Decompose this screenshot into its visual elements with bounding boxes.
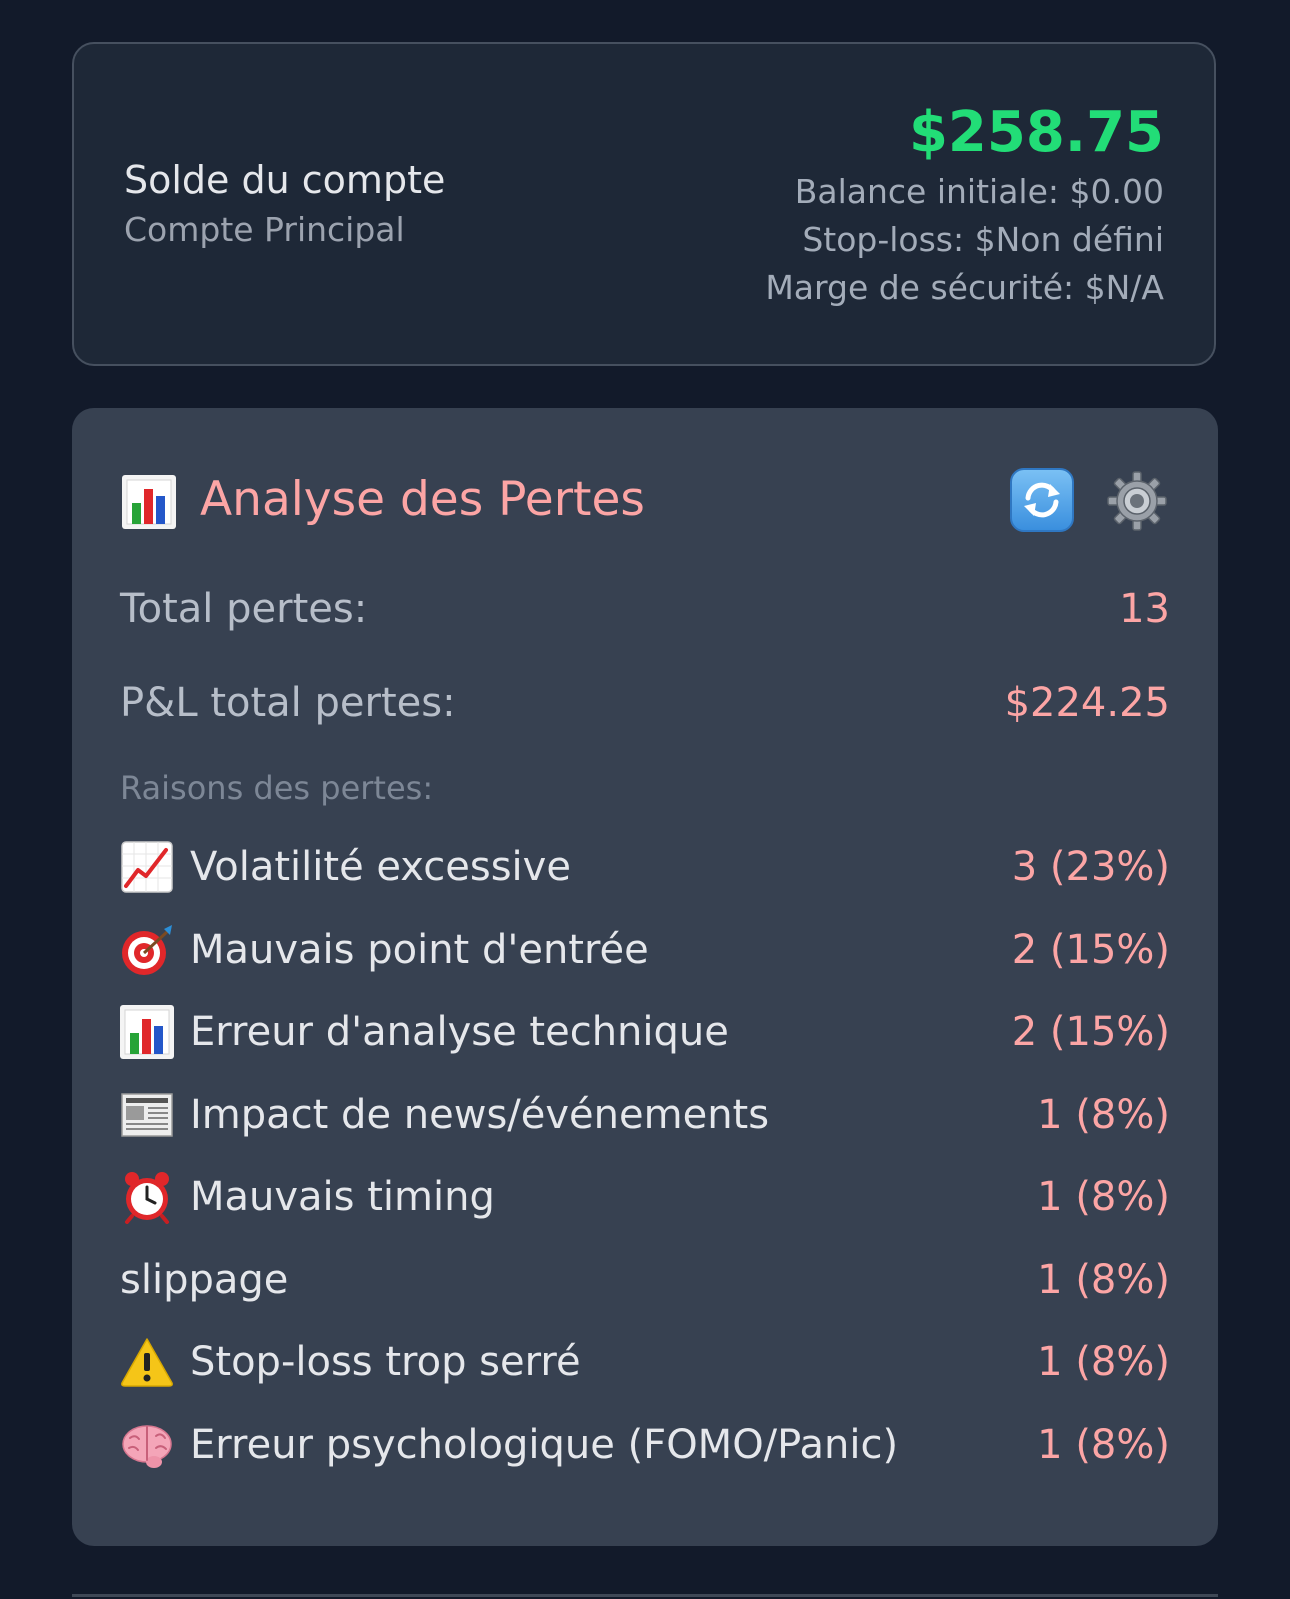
reason-count: 2 (15%) — [1011, 926, 1170, 973]
total-losses-value: 13 — [1119, 586, 1170, 632]
account-balance: $258.75 — [908, 100, 1164, 165]
loss-reasons-list: Volatilité excessive 3 (23%) Mauvais poi… — [120, 834, 1170, 1494]
list-item: Volatilité excessive 3 (23%) — [120, 834, 1170, 917]
bar-chart-icon — [122, 475, 176, 529]
newspaper-icon — [120, 1088, 174, 1142]
loss-analysis-title: Analyse des Pertes — [200, 472, 645, 527]
refresh-icon — [1024, 482, 1060, 518]
list-item: Stop-loss trop serré 1 (8%) — [120, 1329, 1170, 1412]
safety-margin: Marge de sécurité: $N/A — [765, 268, 1164, 307]
list-item: Mauvais point d'entrée 2 (15%) — [120, 917, 1170, 1000]
total-losses-row: Total pertes: 13 — [120, 584, 1170, 634]
reason-label: Erreur d'analyse technique — [190, 1009, 729, 1055]
refresh-button[interactable] — [1010, 468, 1074, 532]
loss-analysis-header: Analyse des Pertes — [122, 468, 1168, 534]
reason-count: 1 (8%) — [1037, 1256, 1170, 1303]
brain-icon — [120, 1418, 174, 1472]
list-item: Impact de news/événements 1 (8%) — [120, 1082, 1170, 1165]
reason-count: 1 (8%) — [1037, 1091, 1170, 1138]
section-divider — [72, 1594, 1218, 1597]
total-pnl-losses-row: P&L total pertes: $224.25 — [120, 678, 1170, 728]
bar-chart-icon — [120, 1005, 174, 1059]
settings-button[interactable] — [1106, 470, 1168, 532]
list-item: Mauvais timing 1 (8%) — [120, 1164, 1170, 1247]
list-item: slippage 1 (8%) — [120, 1247, 1170, 1330]
reason-count: 3 (23%) — [1011, 844, 1170, 890]
reason-count: 1 (8%) — [1037, 1421, 1170, 1468]
gear-icon — [1107, 471, 1167, 531]
total-losses-label: Total pertes: — [120, 586, 368, 632]
reason-count: 2 (15%) — [1011, 1009, 1170, 1055]
list-item: Erreur d'analyse technique 2 (15%) — [120, 999, 1170, 1082]
alarm-clock-icon — [120, 1170, 174, 1224]
account-info: Solde du compte Compte Principal — [124, 158, 445, 249]
target-icon — [120, 923, 174, 977]
account-title: Solde du compte — [124, 158, 446, 202]
initial-balance: Balance initiale: $0.00 — [794, 172, 1164, 211]
total-pnl-losses-label: P&L total pertes: — [120, 680, 456, 726]
account-balance-card: Solde du compte Compte Principal $258.75… — [72, 42, 1216, 366]
loss-reasons-heading: Raisons des pertes: — [120, 769, 434, 807]
reason-label: Erreur psychologique (FOMO/Panic) — [190, 1421, 899, 1468]
chart-increasing-icon — [120, 840, 174, 894]
account-figures: $258.75 Balance initiale: $0.00 Stop-los… — [765, 98, 1164, 312]
total-pnl-losses-value: $224.25 — [1004, 680, 1170, 726]
loss-analysis-card: Analyse des Pertes Total pertes: 13 P&L … — [72, 408, 1218, 1546]
reason-label: Mauvais timing — [190, 1174, 495, 1220]
reason-label: Mauvais point d'entrée — [190, 926, 649, 973]
reason-label: Impact de news/événements — [190, 1091, 770, 1138]
reason-label: Volatilité excessive — [190, 844, 571, 890]
warning-icon — [120, 1335, 174, 1389]
account-name: Compte Principal — [124, 209, 405, 249]
list-item: Erreur psychologique (FOMO/Panic) 1 (8%) — [120, 1412, 1170, 1495]
reason-count: 1 (8%) — [1037, 1339, 1170, 1385]
reason-label: slippage — [120, 1256, 289, 1303]
stop-loss: Stop-loss: $Non défini — [802, 220, 1164, 259]
reason-count: 1 (8%) — [1037, 1174, 1170, 1220]
reason-label: Stop-loss trop serré — [190, 1339, 581, 1385]
